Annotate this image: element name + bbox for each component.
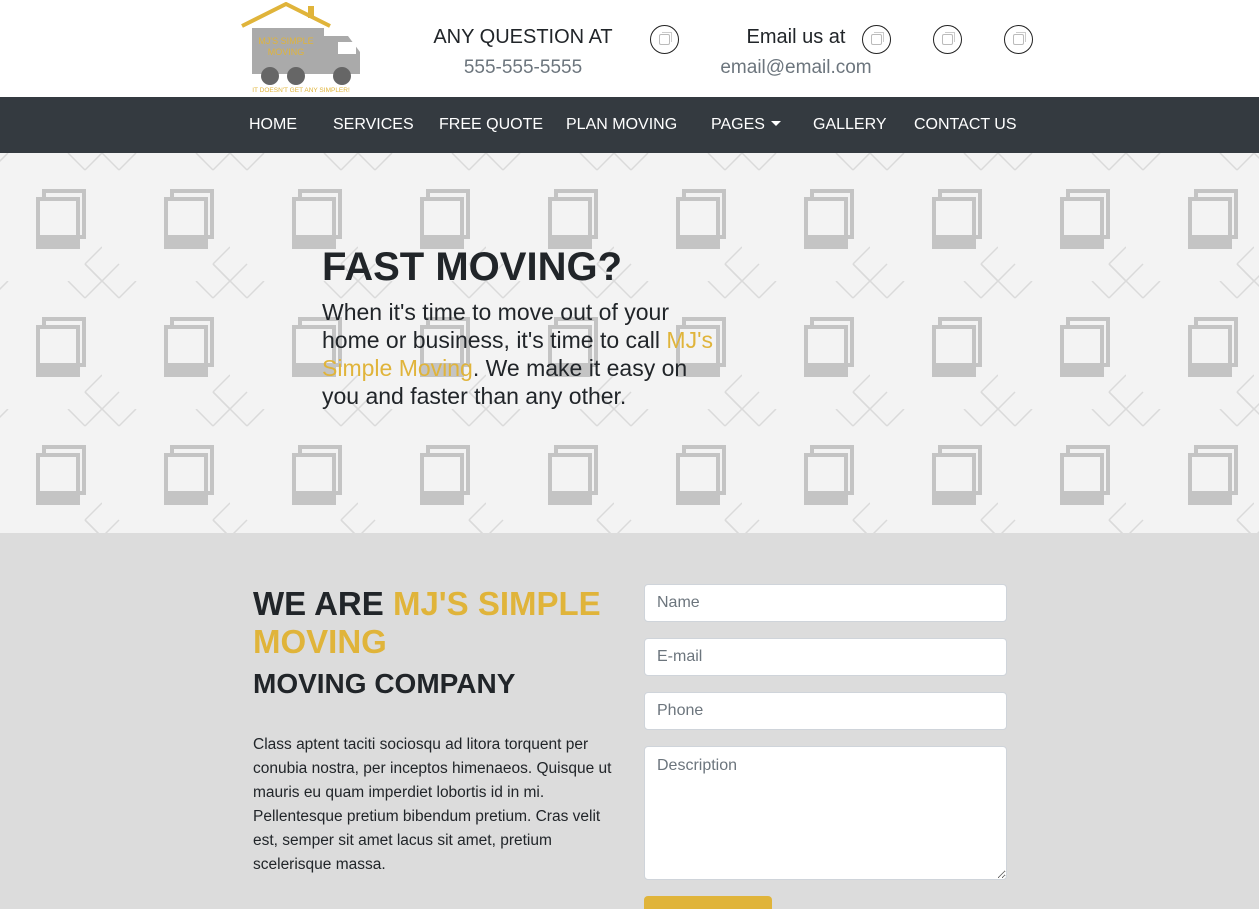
phone-input[interactable] <box>644 692 1007 730</box>
nav-pages-dropdown[interactable]: PAGES <box>711 97 781 153</box>
email-title: Email us at <box>746 26 846 48</box>
site-header: MJ'S SIMPLE MOVING IT DOESN'T GET ANY SI… <box>0 0 1259 97</box>
hero-title: FAST MOVING? <box>322 245 622 289</box>
submit-button[interactable] <box>644 896 772 909</box>
nav-gallery[interactable]: GALLERY <box>813 97 887 153</box>
hero-section: FAST MOVING? When it's time to move out … <box>0 153 1259 533</box>
facebook-icon[interactable] <box>933 25 962 54</box>
nav-services[interactable]: SERVICES <box>333 97 414 153</box>
caret-down-icon <box>770 121 781 127</box>
company-logo[interactable]: MJ'S SIMPLE MOVING IT DOESN'T GET ANY SI… <box>238 2 364 94</box>
svg-text:IT DOESN'T GET ANY SIMPLER!: IT DOESN'T GET ANY SIMPLER! <box>252 87 350 94</box>
name-input[interactable] <box>644 584 1007 622</box>
svg-text:MOVING: MOVING <box>268 47 305 57</box>
main-navbar: HOME SERVICES FREE QUOTE PLAN MOVING PAG… <box>0 97 1259 153</box>
phone-icon[interactable] <box>650 25 679 54</box>
phone-contact: ANY QUESTION AT 555-555-5555 <box>430 26 616 79</box>
nav-plan-moving[interactable]: PLAN MOVING <box>566 97 677 153</box>
svg-text:MJ'S SIMPLE: MJ'S SIMPLE <box>258 36 313 46</box>
email-input[interactable] <box>644 638 1007 676</box>
nav-contact-us[interactable]: CONTACT US <box>914 97 1017 153</box>
description-textarea[interactable] <box>644 746 1007 880</box>
about-section: WE ARE MJ'S SIMPLE MOVING MOVING COMPANY… <box>0 533 1259 909</box>
about-description: Class aptent taciti sociosqu ad litora t… <box>253 736 612 873</box>
nav-pages-label: PAGES <box>711 116 765 133</box>
about-subtitle: MOVING COMPANY <box>253 668 516 699</box>
twitter-icon[interactable] <box>1004 25 1033 54</box>
nav-home[interactable]: HOME <box>249 97 297 153</box>
email-contact: Email us at email@email.com <box>706 26 886 79</box>
nav-free-quote[interactable]: FREE QUOTE <box>439 97 543 153</box>
about-title-prefix: WE ARE <box>253 585 393 622</box>
email-icon[interactable] <box>862 25 891 54</box>
hero-text: When it's time to move out of your home … <box>322 298 717 410</box>
about-title: WE ARE MJ'S SIMPLE MOVING <box>253 585 613 661</box>
phone-number[interactable]: 555-555-5555 <box>430 57 616 79</box>
email-address[interactable]: email@email.com <box>706 57 886 79</box>
hero-text-intro: When it's time to move out of your home … <box>322 299 669 353</box>
phone-title: ANY QUESTION AT <box>433 26 613 48</box>
